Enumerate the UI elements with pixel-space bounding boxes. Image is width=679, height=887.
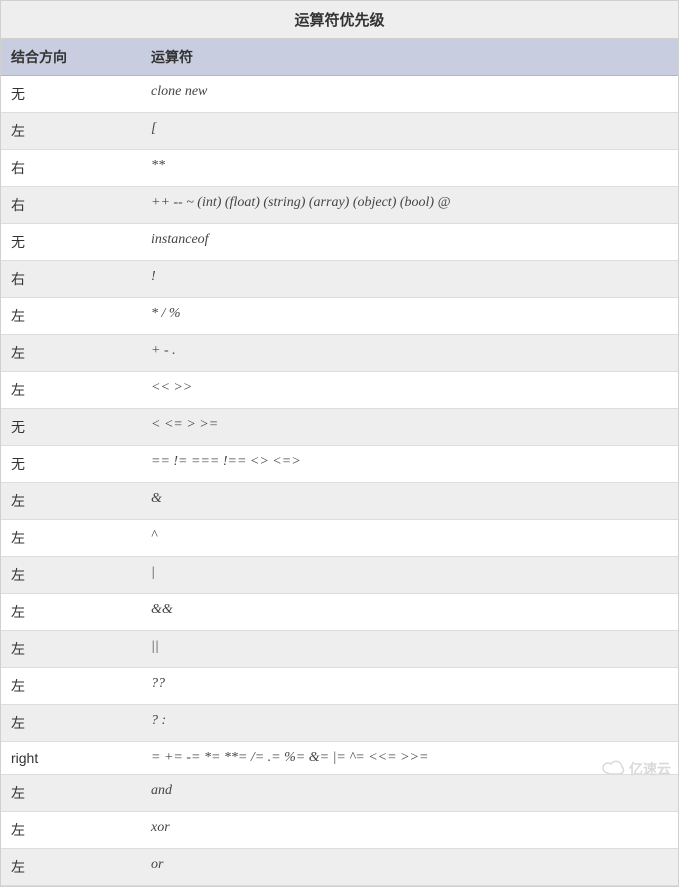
table-header-row: 结合方向 运算符 [1,39,678,76]
cell-operators: | [141,557,678,593]
table-row: 无< <= > >= [1,409,678,446]
header-associativity: 结合方向 [1,39,141,75]
table-row: 左| [1,557,678,594]
table-row: 左* / % [1,298,678,335]
cell-operators: & [141,483,678,519]
table-row: 左[ [1,113,678,150]
cell-operators: ** [141,150,678,186]
table-row: 左& [1,483,678,520]
operator-precedence-table: 运算符优先级 结合方向 运算符 无clone new左[右**右++ -- ~ … [0,0,679,887]
table-row: 右! [1,261,678,298]
cell-operators: || [141,631,678,667]
cell-operators: clone new [141,76,678,112]
cell-operators: xor [141,812,678,848]
table-row: 左? : [1,705,678,742]
table-row: 左and [1,775,678,812]
cell-associativity: right [1,742,141,774]
table-row: 无== != === !== <> <=> [1,446,678,483]
cell-operators: or [141,849,678,885]
cell-associativity: 左 [1,520,141,556]
cell-associativity: 无 [1,76,141,112]
cell-associativity: 左 [1,298,141,334]
cell-associativity: 左 [1,705,141,741]
cell-operators: < <= > >= [141,409,678,445]
table-row: 左|| [1,631,678,668]
cell-operators: ! [141,261,678,297]
cell-associativity: 右 [1,187,141,223]
cell-operators: ^ [141,520,678,556]
cell-operators: + - . [141,335,678,371]
table-row: 左^ [1,520,678,557]
table-title: 运算符优先级 [1,1,678,39]
cell-operators: && [141,594,678,630]
cell-operators: instanceof [141,224,678,260]
cell-associativity: 右 [1,261,141,297]
table-row: 左&& [1,594,678,631]
table-row: 无instanceof [1,224,678,261]
cell-operators: [ [141,113,678,149]
cell-operators: ? : [141,705,678,741]
cell-associativity: 左 [1,594,141,630]
cell-associativity: 左 [1,557,141,593]
table-row: 无clone new [1,76,678,113]
table-body: 无clone new左[右**右++ -- ~ (int) (float) (s… [1,76,678,886]
cell-associativity: 左 [1,812,141,848]
table-row: 左?? [1,668,678,705]
header-operators: 运算符 [141,39,678,75]
cell-associativity: 无 [1,446,141,482]
cell-operators: * / % [141,298,678,334]
cell-operators: ?? [141,668,678,704]
cell-associativity: 左 [1,775,141,811]
table-row: right= += -= *= **= /= .= %= &= |= ^= <<… [1,742,678,775]
cell-associativity: 无 [1,224,141,260]
table-row: 右** [1,150,678,187]
cell-associativity: 左 [1,849,141,885]
cell-operators: ++ -- ~ (int) (float) (string) (array) (… [141,187,678,223]
cell-associativity: 左 [1,113,141,149]
table-row: 右++ -- ~ (int) (float) (string) (array) … [1,187,678,224]
cell-associativity: 右 [1,150,141,186]
cell-operators: == != === !== <> <=> [141,446,678,482]
cell-associativity: 左 [1,668,141,704]
cell-operators: = += -= *= **= /= .= %= &= |= ^= <<= >>= [141,742,678,774]
table-row: 左<< >> [1,372,678,409]
cell-associativity: 左 [1,335,141,371]
table-row: 左or [1,849,678,886]
table-row: 左xor [1,812,678,849]
cell-associativity: 左 [1,483,141,519]
cell-operators: << >> [141,372,678,408]
cell-operators: and [141,775,678,811]
cell-associativity: 无 [1,409,141,445]
cell-associativity: 左 [1,372,141,408]
table-row: 左+ - . [1,335,678,372]
cell-associativity: 左 [1,631,141,667]
